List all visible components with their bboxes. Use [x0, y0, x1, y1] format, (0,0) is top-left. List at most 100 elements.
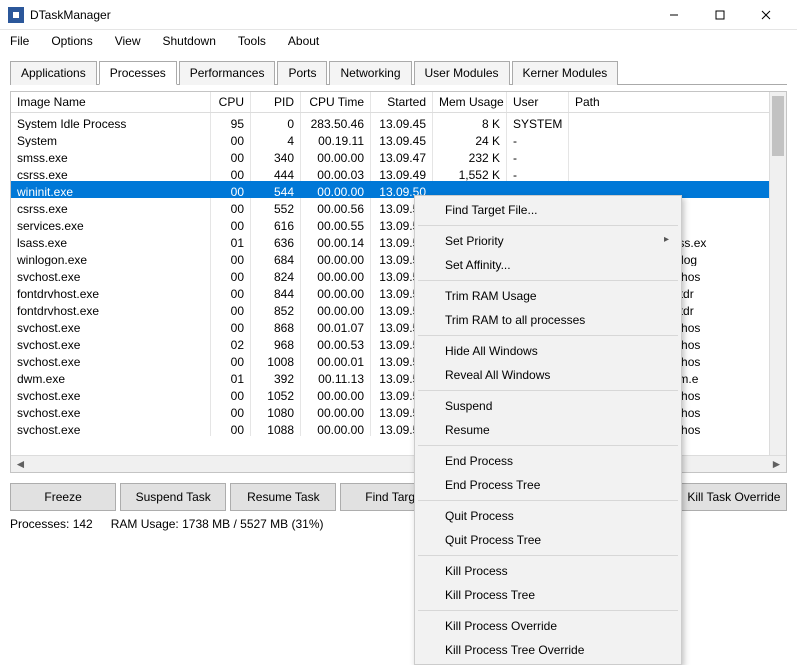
cell: 392 [251, 368, 301, 385]
cell: 00.00.00 [301, 266, 371, 283]
header-image-name[interactable]: Image Name [11, 92, 211, 112]
close-button[interactable] [743, 0, 789, 30]
cell: 00 [211, 300, 251, 317]
context-item[interactable]: Hide All Windows [417, 339, 679, 363]
cell: 13.09.47 [371, 147, 433, 164]
context-item[interactable]: Kill Process [417, 559, 679, 583]
cell: 552 [251, 198, 301, 215]
cell: 00.00.00 [301, 402, 371, 419]
context-item[interactable]: Kill Process Override [417, 614, 679, 638]
menu-about[interactable]: About [284, 32, 323, 50]
tab-processes[interactable]: Processes [99, 61, 177, 85]
context-item[interactable]: Kill Process Tree Override [417, 638, 679, 662]
cell: 544 [251, 181, 301, 198]
cell: 00 [211, 130, 251, 147]
header-path[interactable]: Path [569, 92, 786, 112]
cell: 1008 [251, 351, 301, 368]
context-separator [418, 445, 678, 446]
cell: 340 [251, 147, 301, 164]
menu-options[interactable]: Options [47, 32, 96, 50]
cell: 8 K [433, 113, 507, 130]
cell [569, 113, 786, 130]
tab-performances[interactable]: Performances [179, 61, 276, 85]
context-item[interactable]: Resume [417, 418, 679, 442]
context-item[interactable]: Suspend [417, 394, 679, 418]
tab-kernel-modules[interactable]: Kerner Modules [512, 61, 619, 85]
scrollbar-thumb[interactable] [772, 96, 784, 156]
window-title: DTaskManager [30, 8, 651, 22]
menu-bar: File Options View Shutdown Tools About [0, 30, 797, 52]
header-started[interactable]: Started [371, 92, 433, 112]
cell: SYSTEM [507, 113, 569, 130]
context-item[interactable]: End Process [417, 449, 679, 473]
kill-task-override-button[interactable]: Kill Task Override [681, 483, 787, 511]
context-item[interactable]: Trim RAM to all processes [417, 308, 679, 332]
cell: lsass.exe [11, 232, 211, 249]
minimize-button[interactable] [651, 0, 697, 30]
resume-task-button[interactable]: Resume Task [230, 483, 336, 511]
context-item[interactable]: Find Target File... [417, 198, 679, 222]
cell: winlogon.exe [11, 249, 211, 266]
context-item[interactable]: Quit Process Tree [417, 528, 679, 552]
cell: 00.00.14 [301, 232, 371, 249]
cell: csrss.exe [11, 198, 211, 215]
cell [569, 164, 786, 181]
context-item[interactable]: Reveal All Windows [417, 363, 679, 387]
table-row[interactable]: System00400.19.1113.09.4524 K- [11, 130, 786, 147]
context-item[interactable]: Set Affinity... [417, 253, 679, 277]
cell: 844 [251, 283, 301, 300]
context-item[interactable]: Set Priority [417, 229, 679, 253]
tab-applications[interactable]: Applications [10, 61, 97, 85]
table-row[interactable]: csrss.exe0044400.00.0313.09.491,552 K- [11, 164, 786, 181]
context-menu: Find Target File... Set PrioritySet Affin… [414, 195, 682, 665]
cell: 00.00.00 [301, 181, 371, 198]
context-separator [418, 500, 678, 501]
suspend-task-button[interactable]: Suspend Task [120, 483, 226, 511]
menu-view[interactable]: View [111, 32, 145, 50]
table-row[interactable]: System Idle Process950283.50.4613.09.458… [11, 113, 786, 130]
cell: System Idle Process [11, 113, 211, 130]
tab-user-modules[interactable]: User Modules [414, 61, 510, 85]
context-item[interactable]: End Process Tree [417, 473, 679, 497]
header-cpu-time[interactable]: CPU Time [301, 92, 371, 112]
cell: 00 [211, 215, 251, 232]
cell: csrss.exe [11, 164, 211, 181]
cell: 00 [211, 385, 251, 402]
scroll-right-icon[interactable]: ► [769, 457, 784, 471]
menu-tools[interactable]: Tools [234, 32, 270, 50]
cell: 00 [211, 266, 251, 283]
header-pid[interactable]: PID [251, 92, 301, 112]
cell: svchost.exe [11, 266, 211, 283]
cell: - [507, 130, 569, 147]
cell: 232 K [433, 147, 507, 164]
scroll-left-icon[interactable]: ◄ [13, 457, 28, 471]
tab-ports[interactable]: Ports [277, 61, 327, 85]
cell: 00 [211, 351, 251, 368]
app-icon [8, 7, 24, 23]
freeze-button[interactable]: Freeze [10, 483, 116, 511]
cell: svchost.exe [11, 351, 211, 368]
cell [569, 130, 786, 147]
tab-networking[interactable]: Networking [329, 61, 411, 85]
table-row[interactable]: smss.exe0034000.00.0013.09.47232 K- [11, 147, 786, 164]
cell: smss.exe [11, 147, 211, 164]
cell: 00.01.07 [301, 317, 371, 334]
cell: 616 [251, 215, 301, 232]
context-item[interactable]: Kill Process Tree [417, 583, 679, 607]
cell: 1,552 K [433, 164, 507, 181]
context-item[interactable]: Quit Process [417, 504, 679, 528]
header-mem-usage[interactable]: Mem Usage [433, 92, 507, 112]
cell: 00.00.01 [301, 351, 371, 368]
context-separator [418, 280, 678, 281]
vertical-scrollbar[interactable] [769, 92, 786, 455]
maximize-button[interactable] [697, 0, 743, 30]
cell: 00 [211, 164, 251, 181]
menu-file[interactable]: File [6, 32, 33, 50]
cell: 00 [211, 283, 251, 300]
context-item[interactable]: Trim RAM Usage [417, 284, 679, 308]
cell: 968 [251, 334, 301, 351]
header-cpu[interactable]: CPU [211, 92, 251, 112]
menu-shutdown[interactable]: Shutdown [159, 32, 220, 50]
header-user[interactable]: User [507, 92, 569, 112]
cell: 00.11.13 [301, 368, 371, 385]
